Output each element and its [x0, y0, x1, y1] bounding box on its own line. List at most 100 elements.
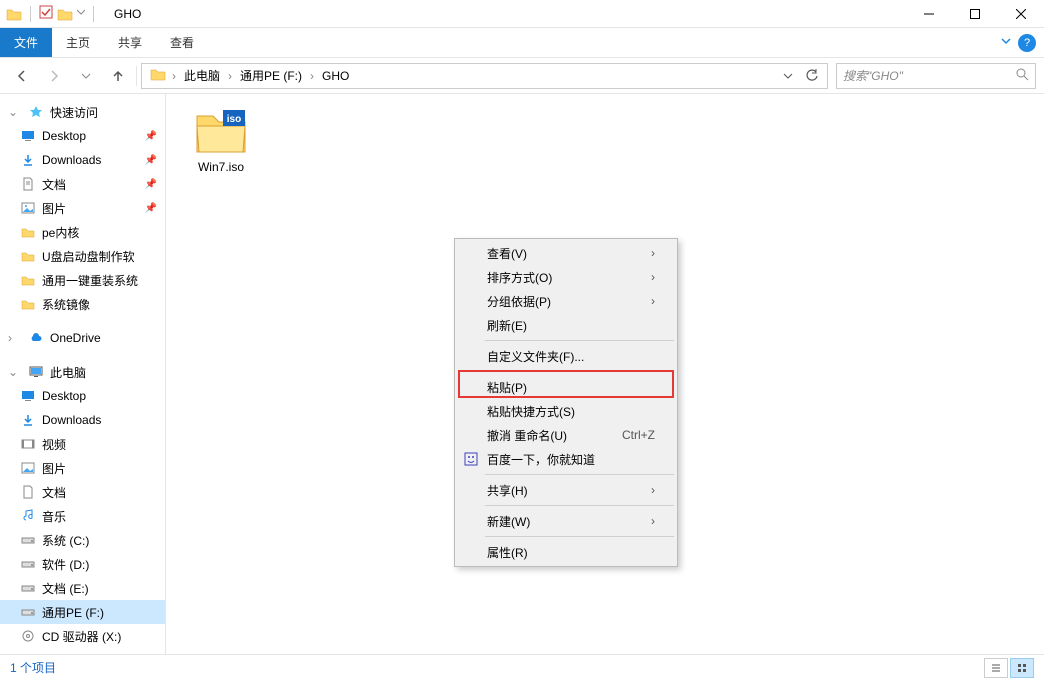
cm-label: 刷新(E): [487, 317, 527, 334]
ribbon-tab-share[interactable]: 共享: [104, 28, 156, 57]
sidebar-item-qa-pe[interactable]: pe内核: [0, 220, 165, 244]
folder-icon[interactable]: [57, 6, 73, 22]
view-details-button[interactable]: [984, 658, 1008, 678]
sidebar-item-qa-ustart[interactable]: U盘启动盘制作软: [0, 244, 165, 268]
qat-dropdown-icon[interactable]: [77, 5, 85, 22]
cm-properties[interactable]: 属性(R): [457, 540, 675, 564]
chevron-down-icon[interactable]: ⌄: [8, 105, 20, 119]
sidebar-this-pc[interactable]: ⌄此电脑: [0, 360, 165, 384]
sidebar-item-pc-docs[interactable]: 文档: [0, 480, 165, 504]
nav-recent-button[interactable]: [72, 62, 100, 90]
nav-back-button[interactable]: [8, 62, 36, 90]
cm-undo[interactable]: 撤消 重命名(U)Ctrl+Z: [457, 423, 675, 447]
cm-new[interactable]: 新建(W)›: [457, 509, 675, 533]
cm-sort[interactable]: 排序方式(O)›: [457, 265, 675, 289]
sidebar-quick-access[interactable]: ⌄ 快速访问: [0, 100, 165, 124]
ribbon-tab-view[interactable]: 查看: [156, 28, 208, 57]
chevron-right-icon[interactable]: ›: [8, 331, 20, 345]
search-box[interactable]: [836, 63, 1036, 89]
sidebar-item-pc-drive-e[interactable]: 文档 (E:): [0, 576, 165, 600]
address-dropdown-button[interactable]: [777, 65, 799, 87]
sidebar-item-label: 系统 (C:): [42, 532, 89, 549]
chevron-right-icon: ›: [651, 294, 655, 308]
ribbon-expand-icon[interactable]: [1000, 35, 1012, 50]
refresh-button[interactable]: [801, 65, 823, 87]
sidebar-onedrive[interactable]: ›OneDrive: [0, 326, 165, 350]
drive-icon: [20, 580, 36, 596]
sidebar-item-pc-downloads[interactable]: Downloads: [0, 408, 165, 432]
breadcrumb-drive[interactable]: 通用PE (F:): [234, 67, 308, 84]
sidebar-item-label: 快速访问: [50, 104, 98, 121]
breadcrumb-folder[interactable]: GHO: [316, 69, 355, 83]
navbar: › 此电脑 › 通用PE (F:) › GHO: [0, 58, 1044, 94]
cm-refresh[interactable]: 刷新(E): [457, 313, 675, 337]
cm-view[interactable]: 查看(V)›: [457, 241, 675, 265]
sidebar-item-qa-reinstall[interactable]: 通用一键重装系统: [0, 268, 165, 292]
sidebar-item-pc-pictures[interactable]: 图片: [0, 456, 165, 480]
cm-paste-shortcut[interactable]: 粘贴快捷方式(S): [457, 399, 675, 423]
sidebar-item-pc-cd-x[interactable]: CD 驱动器 (X:): [0, 624, 165, 648]
video-icon: [20, 436, 36, 452]
search-input[interactable]: [843, 69, 1015, 83]
chevron-right-icon[interactable]: ›: [170, 69, 178, 83]
nav-up-button[interactable]: [104, 62, 132, 90]
cm-label: 撤消 重命名(U): [487, 427, 567, 444]
menu-separator: [485, 371, 674, 372]
cm-share[interactable]: 共享(H)›: [457, 478, 675, 502]
desktop-icon: [20, 388, 36, 404]
sidebar-item-qa-pictures[interactable]: 图片📌: [0, 196, 165, 220]
folder-icon: [146, 66, 170, 85]
qat-checkbox-icon[interactable]: [39, 5, 53, 22]
address-bar[interactable]: › 此电脑 › 通用PE (F:) › GHO: [141, 63, 828, 89]
picture-icon: [20, 200, 36, 216]
sidebar-item-pc-drive-f[interactable]: 通用PE (F:): [0, 600, 165, 624]
svg-text:iso: iso: [227, 114, 241, 125]
ribbon-tab-home[interactable]: 主页: [52, 28, 104, 57]
pin-icon: 📌: [145, 203, 157, 214]
cm-baidu[interactable]: 百度一下，你就知道: [457, 447, 675, 471]
document-icon: [20, 484, 36, 500]
file-item[interactable]: iso Win7.iso: [180, 104, 262, 178]
sidebar-item-label: Downloads: [42, 153, 101, 167]
desktop-icon: [20, 128, 36, 144]
download-icon: [20, 412, 36, 428]
view-icons-button[interactable]: [1010, 658, 1034, 678]
folder-icon: [20, 248, 36, 264]
cm-label: 分组依据(P): [487, 293, 551, 310]
sidebar-item-label: 通用PE (F:): [42, 604, 104, 621]
menu-separator: [485, 536, 674, 537]
sidebar-item-label: CD 驱动器 (X:): [42, 628, 121, 645]
drive-icon: [20, 556, 36, 572]
cm-group[interactable]: 分组依据(P) ›: [457, 289, 675, 313]
maximize-button[interactable]: [952, 0, 998, 28]
pin-icon: 📌: [145, 179, 157, 190]
cm-label: 百度一下，你就知道: [487, 451, 595, 468]
minimize-button[interactable]: [906, 0, 952, 28]
chevron-right-icon[interactable]: ›: [308, 69, 316, 83]
sidebar-item-pc-drive-c[interactable]: 系统 (C:): [0, 528, 165, 552]
sidebar-item-pc-desktop[interactable]: Desktop: [0, 384, 165, 408]
search-icon[interactable]: [1015, 67, 1029, 84]
breadcrumb-root[interactable]: 此电脑: [178, 67, 226, 84]
cm-paste[interactable]: 粘贴(P): [457, 375, 675, 399]
cm-label: 排序方式(O): [487, 269, 552, 286]
sidebar-item-qa-desktop[interactable]: Desktop📌: [0, 124, 165, 148]
sidebar-item-pc-videos[interactable]: 视频: [0, 432, 165, 456]
cm-customize[interactable]: 自定义文件夹(F)...: [457, 344, 675, 368]
sidebar-item-pc-music[interactable]: 音乐: [0, 504, 165, 528]
chevron-right-icon[interactable]: ›: [226, 69, 234, 83]
cm-label: 新建(W): [487, 513, 530, 530]
cm-label: 自定义文件夹(F)...: [487, 348, 584, 365]
pin-icon: 📌: [145, 155, 157, 166]
ribbon-tab-file[interactable]: 文件: [0, 28, 52, 57]
help-button[interactable]: ?: [1018, 34, 1036, 52]
sidebar-item-pc-drive-d[interactable]: 软件 (D:): [0, 552, 165, 576]
nav-forward-button[interactable]: [40, 62, 68, 90]
sidebar-item-qa-downloads[interactable]: Downloads 📌: [0, 148, 165, 172]
window-title: GHO: [114, 7, 141, 21]
iso-file-icon: iso: [193, 108, 249, 156]
sidebar-item-qa-sysimg[interactable]: 系统镜像: [0, 292, 165, 316]
chevron-down-icon[interactable]: ⌄: [8, 365, 20, 379]
close-button[interactable]: [998, 0, 1044, 28]
sidebar-item-qa-docs[interactable]: 文档📌: [0, 172, 165, 196]
